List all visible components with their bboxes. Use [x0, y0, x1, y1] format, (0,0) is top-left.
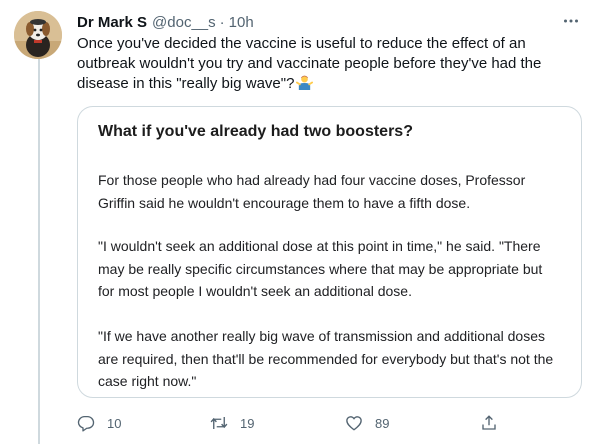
separator-dot: · — [219, 13, 225, 31]
more-dots-icon[interactable] — [560, 10, 582, 32]
quoted-article-card[interactable]: What if you've already had two boosters?… — [77, 106, 582, 398]
card-line: for most people I wouldn't seek an addit… — [98, 283, 412, 299]
tweet-text-line: Once you've decided the vaccine is usefu… — [77, 35, 526, 52]
card-line: may be really specific circumstances whe… — [98, 260, 543, 277]
card-line: Griffin said he wouldn't encourage them … — [98, 194, 471, 211]
tweet-header: Dr Mark S @doc__s · 10h — [77, 12, 582, 32]
tweet-text-line: outbreak wouldn't you try and vaccinate … — [77, 55, 542, 72]
card-paragraph: "I wouldn't seek an additional dose at t… — [98, 235, 568, 303]
retweet-button[interactable]: 19 — [210, 410, 254, 436]
avatar-image — [14, 11, 62, 59]
reply-icon — [77, 415, 95, 432]
avatar[interactable] — [14, 11, 62, 59]
person-shrugging-emoji — [296, 74, 314, 91]
tweet-text: Once you've decided the vaccine is usefu… — [77, 34, 572, 94]
heart-icon — [346, 416, 362, 431]
tweet-time[interactable]: 10h — [229, 14, 254, 31]
retweet-count: 19 — [240, 415, 255, 431]
retweet-icon — [210, 417, 228, 429]
reply-button[interactable]: 10 — [77, 410, 121, 436]
tweet-text-line-last: disease in this "really big wave"? — [77, 74, 572, 94]
like-button[interactable]: 89 — [345, 410, 389, 436]
share-icon — [482, 415, 496, 430]
thread-line — [38, 58, 40, 444]
card-title: What if you've already had two boosters? — [98, 123, 413, 140]
card-line: "I wouldn't seek an additional dose at t… — [98, 238, 541, 254]
reply-count: 10 — [107, 415, 122, 431]
author-name[interactable]: Dr Mark S — [77, 14, 147, 31]
share-button[interactable] — [480, 410, 498, 436]
tweet-text-line: disease in this "really big wave"? — [77, 75, 295, 92]
card-paragraph: "If we have another really big wave of t… — [98, 325, 568, 393]
card-line: For those people who had already had fou… — [98, 172, 526, 188]
card-paragraph: For those people who had already had fou… — [98, 169, 568, 214]
like-count: 89 — [375, 415, 390, 431]
card-line: case right now." — [98, 373, 197, 389]
card-line: "If we have another really big wave of t… — [98, 328, 546, 344]
card-line: are required, then that'll be recommende… — [98, 350, 554, 367]
tweet-actions: 10 19 89 — [77, 410, 582, 436]
author-handle[interactable]: @doc__s — [152, 14, 216, 31]
